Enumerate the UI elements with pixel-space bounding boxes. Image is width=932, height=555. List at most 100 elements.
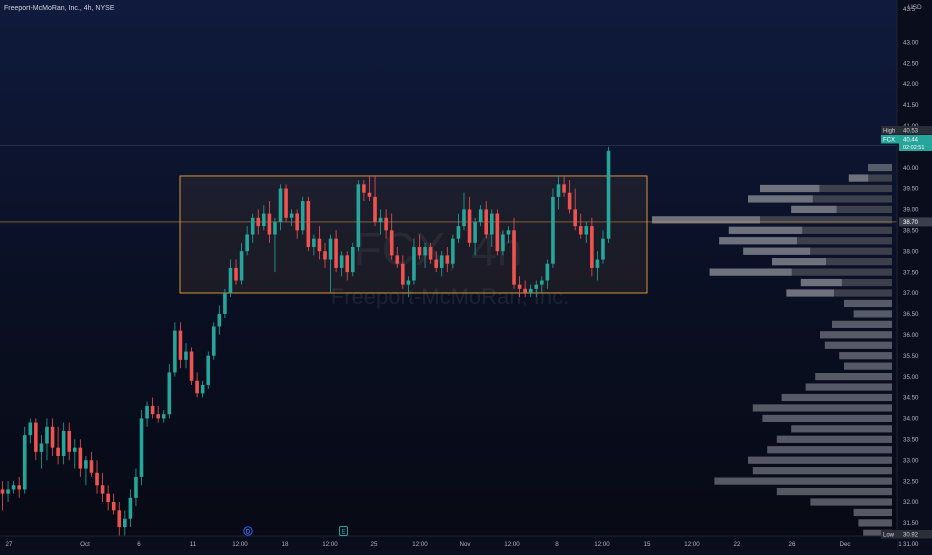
candle-body [334, 238, 338, 268]
dividend-marker-label: D [246, 530, 251, 536]
volume-profile-bar-up [772, 258, 826, 266]
candle-body [284, 188, 288, 218]
candle-body [278, 188, 283, 222]
candle-body [34, 422, 38, 452]
candle [139, 410, 144, 486]
candle-body [556, 184, 561, 197]
price-tick-label: 32.00 [903, 499, 919, 506]
candle-body [267, 213, 272, 235]
candle [495, 209, 500, 256]
volume-profile-bar [767, 446, 892, 454]
time-tick-label: 18 [282, 541, 289, 548]
candle-body [128, 497, 133, 519]
price-tick-label: 37.00 [903, 290, 919, 297]
candle-body [456, 226, 461, 239]
candle-body [551, 196, 555, 264]
earnings-marker[interactable]: E [339, 526, 348, 536]
volume-profile-bar [824, 341, 892, 349]
price-tick-label: 41.50 [903, 102, 919, 109]
volume-profile-bar-up [743, 247, 811, 255]
time-tick-label: 12:00 [504, 541, 520, 548]
candle-body [540, 280, 544, 285]
candle-body [39, 443, 44, 452]
volume-profile-bar [820, 331, 892, 339]
candle [551, 188, 555, 268]
volume-profile-bar [832, 320, 892, 328]
candle-body [11, 485, 16, 490]
candle-body [189, 351, 194, 381]
chart-area[interactable]: FCX, 4h Freeport-McMoRan, Inc. 43.00 42.5… [0, 0, 932, 550]
volume-profile-bar [752, 404, 892, 412]
candle-body [606, 150, 611, 239]
time-axis-background [0, 536, 897, 550]
candle-body [367, 192, 372, 197]
candle-body [89, 460, 94, 473]
candle-body [517, 284, 522, 289]
price-tick-label: 39.50 [903, 186, 919, 193]
candle-body [512, 230, 516, 285]
candle-body [417, 247, 422, 256]
volume-profile-bar-up [760, 184, 820, 193]
candle-body [78, 447, 83, 469]
volume-profile-bar [844, 362, 892, 370]
candle-body [250, 217, 255, 235]
candle-body [17, 485, 21, 490]
earnings-marker-label: E [341, 530, 345, 536]
candle-body [578, 226, 583, 235]
price-tick-label: 42.50 [903, 60, 919, 67]
candle-body [378, 217, 383, 222]
candle-body [6, 489, 10, 494]
candle-body [22, 435, 27, 490]
volume-profile-bar-up [786, 289, 834, 297]
candle-body [451, 238, 455, 264]
candle [350, 242, 355, 277]
candle-body [395, 255, 400, 264]
price-tick-label: 43.00 [903, 39, 919, 46]
time-tick-label: 22 [734, 541, 741, 548]
candle-body [195, 380, 199, 394]
candle [211, 322, 216, 360]
time-tick-label: Oct [80, 541, 90, 548]
candle-body [495, 213, 500, 252]
high-badge-label: High [883, 129, 895, 135]
time-tick-label: 25 [371, 541, 378, 548]
volume-profile-bar [810, 498, 892, 506]
low-badge-value: 30.92 [903, 533, 919, 539]
time-tick-label: 26 [789, 541, 796, 548]
candle [590, 217, 594, 277]
candle [306, 196, 311, 252]
price-tick-label: 38.00 [903, 248, 919, 255]
candle-body [234, 267, 238, 281]
candle-body [150, 405, 155, 415]
candle-body [178, 330, 183, 360]
volume-profile-bar [748, 456, 892, 464]
symbol-title[interactable]: Freeport-McMoRan, Inc., 4h, NYSE [4, 5, 115, 12]
candle-body [601, 238, 605, 260]
candle-body [506, 230, 511, 235]
candle-body [67, 430, 72, 452]
volume-profile-bar [714, 477, 892, 485]
time-tick-label: 6 [137, 541, 141, 548]
candle-body [428, 247, 433, 260]
candle-body [223, 293, 227, 314]
candle-body [84, 460, 88, 469]
candle-body [489, 213, 494, 235]
candle-body [445, 255, 450, 264]
time-tick-label: 12:00 [412, 541, 428, 548]
candle [300, 196, 305, 235]
dividend-marker[interactable]: D [243, 526, 253, 536]
time-tick-label: 8 [555, 541, 559, 548]
candle-body [273, 221, 277, 235]
time-tick-label: 12:00 [322, 541, 338, 548]
volume-profile-bar [868, 164, 892, 172]
volume-profile-bar [853, 310, 892, 318]
time-tick-label: Nov [459, 541, 471, 548]
candle-body [573, 209, 577, 227]
volume-profile-bar-up [719, 237, 797, 245]
chart-svg[interactable]: FCX, 4h Freeport-McMoRan, Inc. 43.0042.5… [0, 0, 932, 550]
candle-body [200, 384, 205, 394]
candle-body [300, 201, 305, 231]
candle-body [0, 489, 5, 494]
candle-body [412, 247, 416, 281]
candle-body [478, 209, 483, 222]
